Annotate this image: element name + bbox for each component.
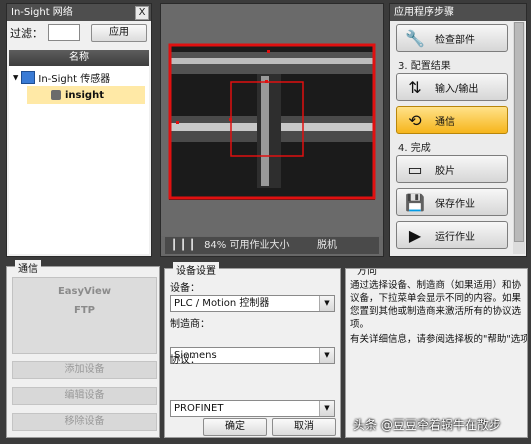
step-button-label: 输入/输出 <box>435 83 479 95</box>
step-button-label: 通信 <box>435 116 455 128</box>
save-icon: 💾 <box>405 192 425 212</box>
close-icon[interactable]: X <box>135 6 149 20</box>
steps-panel: 应用程序步骤 🔧 检查部件 3. 配置结果 ⇅ 输入/输出 ⟲ 通信 4. 完成 ▭ 胶片 💾 保存作… <box>389 3 527 257</box>
steps-panel-title: 应用程序步骤 <box>390 4 526 21</box>
offline-text: 脱机 <box>317 240 337 251</box>
step-button[interactable]: ▭ 胶片 <box>396 155 508 183</box>
sensor-network-icon <box>21 71 36 84</box>
tree-item-insight[interactable]: insight <box>27 86 145 104</box>
wrench-icon: 🔧 <box>405 28 425 48</box>
communication-icon: ⟲ <box>408 110 422 130</box>
direction-panel: 方向 通过选择设备、制造商（如果适用）和协议备，下拉菜单会显示不同的内容。如果您… <box>345 268 528 438</box>
step-button-label: 检查部件 <box>435 34 475 46</box>
device-settings-panel: 设备设置 设备： PLC / Motion 控制器 ▼ 制造商： Siemens… <box>164 262 341 438</box>
step-button[interactable]: ⟲ 通信 <box>396 106 508 134</box>
add-device-button[interactable]: 添加设备 <box>12 361 157 379</box>
roi-handle-inner <box>265 80 268 83</box>
roi-handle-inner-left <box>229 118 232 121</box>
chevron-down-icon[interactable]: ▼ <box>319 401 334 416</box>
shaft-upper-highlight <box>169 58 375 64</box>
protocol-select[interactable]: PROFINET ▼ <box>170 400 335 417</box>
comm-device-list[interactable]: EasyView FTP <box>12 277 157 354</box>
step-button-label: 运行作业 <box>435 231 475 243</box>
collapse-icon[interactable]: ▲ <box>13 74 18 82</box>
job-size-text: 84% 可用作业大小 <box>204 240 290 251</box>
device-select[interactable]: PLC / Motion 控制器 ▼ <box>170 295 335 312</box>
play-icon: ▶ <box>408 225 422 245</box>
image-status-bar: ┃┃┃ 84% 可用作业大小 脱机 <box>165 237 379 254</box>
comm-list-item[interactable]: FTP <box>13 305 156 316</box>
tree-view: ▲ In-Sight 传感器 insight <box>9 66 149 254</box>
camera-icon <box>51 90 61 100</box>
step-section-header: 4. 完成 <box>398 143 431 154</box>
status-bars-icon: ┃┃┃ <box>171 240 199 251</box>
edit-device-button[interactable]: 编辑设备 <box>12 387 157 405</box>
apply-button[interactable]: 应用 <box>91 24 147 42</box>
steps-scrollbar[interactable] <box>513 22 525 254</box>
cancel-button[interactable]: 取消 <box>272 418 336 436</box>
remove-device-button[interactable]: 移除设备 <box>12 413 157 431</box>
step-button-label: 保存作业 <box>435 198 475 210</box>
filter-input[interactable] <box>48 24 80 41</box>
network-panel-title: In-Sight 网络 X <box>7 4 151 21</box>
comm-panel: 通信 EasyView FTP 添加设备 编辑设备 移除设备 <box>6 260 160 438</box>
protocol-label: 协议： <box>170 355 200 366</box>
watermark: 头条 @豆豆牵着蜗牛在散步 <box>353 418 501 432</box>
direction-help-text: 有关详细信息，请参阅选择板的"帮助"选项 <box>350 334 528 345</box>
step-button-label: 胶片 <box>435 165 455 177</box>
filmstrip-icon: ▭ <box>407 159 423 179</box>
step-button[interactable]: 🔧 检查部件 <box>396 24 508 52</box>
image-display[interactable]: ┃┃┃ 84% 可用作业大小 脱机 <box>160 3 384 257</box>
scrollbar-thumb[interactable] <box>514 22 524 242</box>
step-button[interactable]: ▶ 运行作业 <box>396 221 508 249</box>
chevron-down-icon[interactable]: ▼ <box>319 348 334 363</box>
chevron-down-icon[interactable]: ▼ <box>319 296 334 311</box>
part-center-highlight <box>261 76 269 186</box>
camera-image[interactable] <box>161 4 383 236</box>
device-label: 设备： <box>170 283 200 294</box>
network-panel: In-Sight 网络 X 过滤： 应用 名称 ▲ In-Sight 传感器 i… <box>6 3 152 257</box>
io-icon: ⇅ <box>408 77 422 97</box>
step-section-header: 3. 配置结果 <box>398 61 451 72</box>
comm-panel-title: 通信 <box>15 260 41 275</box>
direction-text: 通过选择设备、制造商（如果适用）和协议备，下拉菜单会显示不同的内容。如果您置到其… <box>350 280 522 330</box>
device-settings-title: 设备设置 <box>173 262 219 277</box>
roi-handle-left <box>176 121 179 124</box>
roi-handle-top <box>267 50 270 53</box>
step-button[interactable]: ⇅ 输入/输出 <box>396 73 508 101</box>
ok-button[interactable]: 确定 <box>203 418 267 436</box>
tree-item-sensors[interactable]: ▲ In-Sight 传感器 <box>13 70 110 85</box>
tree-column-header: 名称 <box>9 50 149 66</box>
comm-list-item[interactable]: EasyView <box>13 286 156 297</box>
filter-label: 过滤： <box>10 27 43 40</box>
direction-title: 方向 <box>354 269 380 277</box>
step-button[interactable]: 💾 保存作业 <box>396 188 508 216</box>
manufacturer-label: 制造商： <box>170 319 210 330</box>
